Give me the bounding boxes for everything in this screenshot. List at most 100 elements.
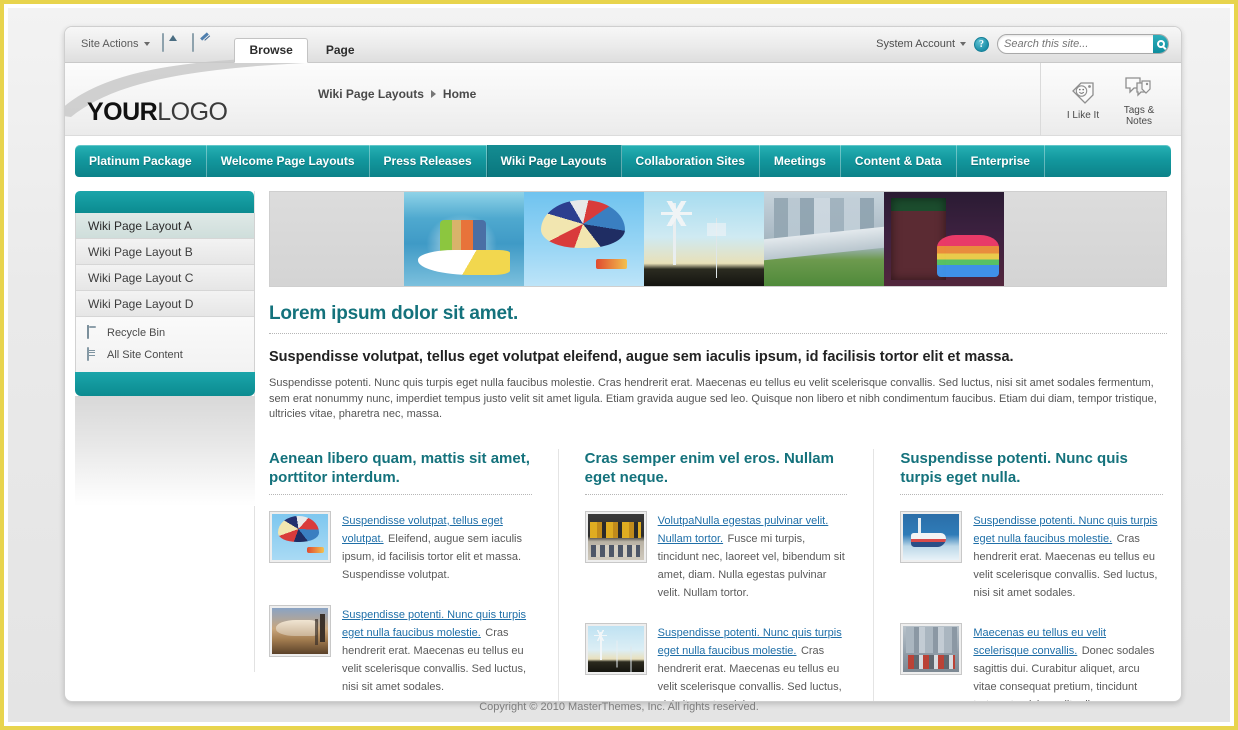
nav-item-collaboration-sites[interactable]: Collaboration Sites (622, 145, 760, 177)
site-shell: Site Actions Browse Page System Account … (64, 26, 1182, 702)
sidebar-item-all-site-content[interactable]: All Site Content (76, 344, 254, 366)
logo-primary-text: YOUR (87, 98, 158, 126)
search-icon (1156, 40, 1165, 48)
boat-thumb[interactable] (900, 510, 963, 563)
help-icon[interactable]: ? (974, 36, 989, 52)
plane-thumb[interactable] (269, 604, 331, 657)
list-item: Maecenas eu tellus eu velit scelerisque … (900, 622, 1163, 702)
sidebar-item-wiki-page-layout-c[interactable]: Wiki Page Layout C (76, 265, 254, 291)
page-footer: Copyright © 2010 MasterThemes, Inc. All … (8, 692, 1230, 722)
section-subheading: Suspendisse volutpat, tellus eget volutp… (269, 349, 1014, 365)
quick-launch-top-cap (75, 191, 254, 213)
banner-right-spacer (1004, 192, 1166, 286)
list-item: Suspendisse potenti. Nunc quis turpis eg… (584, 622, 848, 702)
nav-item-wiki-page-layouts[interactable]: Wiki Page Layouts (486, 145, 622, 177)
recycle-bin-label: Recycle Bin (107, 327, 166, 339)
search-input[interactable] (998, 35, 1153, 53)
nav-item-press-releases[interactable]: Press Releases (370, 145, 487, 177)
list-item-body: Suspendisse potenti. Nunc quis turpis eg… (973, 511, 1163, 601)
nav-filler (1045, 145, 1171, 177)
nav-item-meetings[interactable]: Meetings (760, 145, 841, 177)
intro-paragraph: Suspendisse potenti. Nunc quis turpis eg… (269, 377, 1157, 420)
copyright-text: Copyright © 2010 MasterThemes, Inc. All … (479, 701, 759, 713)
tags-notes-label-line2: Notes (1125, 115, 1153, 127)
breadcrumb-item-page[interactable]: Home (443, 87, 476, 101)
system-account-label: System Account (876, 38, 955, 50)
i-like-it-button[interactable]: I Like It (1055, 78, 1111, 121)
nav-item-platinum-package[interactable]: Platinum Package (75, 145, 207, 177)
content-column-2: Cras semper enim vel eros. Nullam eget n… (557, 448, 874, 702)
city-walkway-photo (764, 192, 884, 286)
tag-smiley-icon (1055, 78, 1111, 106)
ribbon-right-group: System Account ? (876, 27, 1181, 62)
quick-launch-panel: Wiki Page Layout A Wiki Page Layout B Wi… (75, 213, 255, 372)
top-navigation: Platinum Package Welcome Page Layouts Pr… (75, 145, 1171, 177)
logo-secondary-text: LOGO (157, 98, 228, 126)
list-item: VolutpaNulla egestas pulvinar velit. Nul… (584, 510, 848, 601)
column-3-heading: Suspendisse potenti. Nunc quis turpis eg… (900, 449, 1128, 486)
content-column-3: Suspendisse potenti. Nunc quis turpis eg… (873, 448, 1167, 702)
three-column-layout: Aenean libero quam, mattis sit amet, por… (269, 448, 1167, 702)
banner-left-spacer (270, 192, 404, 286)
header-social-group: I Like It Tags & Notes (1040, 63, 1167, 136)
parasail-photo (524, 192, 644, 286)
ribbon-left-group: Site Actions Browse Page (65, 27, 373, 63)
page-title: Lorem ipsum dolor sit amet. (269, 303, 519, 324)
banner-image-strip (269, 191, 1167, 287)
nav-item-welcome-page-layouts[interactable]: Welcome Page Layouts (207, 145, 370, 177)
list-item: Suspendisse potenti. Nunc quis turpis eg… (900, 510, 1163, 601)
site-logo[interactable]: YOURLOGO (87, 98, 228, 126)
list-item-body: VolutpaNulla egestas pulvinar velit. Nul… (658, 511, 848, 601)
tags-notes-label-line1: Tags & (1123, 104, 1155, 116)
jetski-photo (404, 192, 524, 286)
nav-item-content-and-data[interactable]: Content & Data (841, 145, 957, 177)
navigate-up-icon[interactable] (162, 33, 184, 54)
vegas-sign-photo (884, 192, 1004, 286)
windmill-photo (644, 192, 764, 286)
quick-launch-sub-items: Recycle Bin All Site Content (76, 317, 254, 372)
list-item-body: Maecenas eu tellus eu velit scelerisque … (973, 623, 1163, 702)
breadcrumb-separator-icon (430, 90, 436, 98)
site-actions-label: Site Actions (81, 38, 139, 50)
quick-launch-fade (75, 396, 255, 506)
list-item: Suspendisse volutpat, tellus eget volutp… (269, 510, 532, 583)
page-frame: Site Actions Browse Page System Account … (0, 0, 1238, 730)
column-3-divider (900, 493, 1164, 495)
chevron-down-icon (960, 42, 966, 46)
quick-launch-bottom-cap (75, 372, 255, 396)
sidebar-item-wiki-page-layout-d[interactable]: Wiki Page Layout D (76, 291, 254, 317)
search-button[interactable] (1153, 35, 1168, 53)
recycle-bin-icon (86, 324, 100, 341)
sidebar-item-recycle-bin[interactable]: Recycle Bin (76, 322, 254, 344)
column-1-heading: Aenean libero quam, mattis sit amet, por… (269, 449, 530, 486)
windmill-thumb[interactable] (584, 622, 647, 675)
list-item-body: Suspendisse potenti. Nunc quis turpis eg… (342, 605, 532, 695)
column-2-heading: Cras semper enim vel eros. Nullam eget n… (584, 449, 834, 486)
tags-and-notes-button[interactable]: Tags & Notes (1111, 73, 1167, 127)
site-actions-menu[interactable]: Site Actions (77, 34, 154, 54)
parasail-thumb[interactable] (269, 510, 331, 563)
i-like-it-label: I Like It (1066, 110, 1100, 121)
site-header: YOURLOGO Wiki Page Layouts Home I Like I… (65, 57, 1181, 136)
breadcrumb: Wiki Page Layouts Home (318, 87, 476, 101)
crowd-thumb[interactable] (584, 510, 647, 563)
street-thumb[interactable] (900, 622, 963, 675)
chevron-down-icon (144, 42, 151, 46)
column-1-divider (269, 493, 532, 495)
sidebar-item-wiki-page-layout-a[interactable]: Wiki Page Layout A (76, 213, 254, 239)
list-item: Suspendisse potenti. Nunc quis turpis eg… (269, 604, 532, 695)
edit-page-icon[interactable] (192, 33, 214, 54)
breadcrumb-item-site[interactable]: Wiki Page Layouts (318, 87, 424, 101)
main-content: Lorem ipsum dolor sit amet. Suspendisse … (269, 191, 1171, 701)
sidebar-item-wiki-page-layout-b[interactable]: Wiki Page Layout B (76, 239, 254, 265)
documents-icon (86, 346, 100, 363)
nav-item-enterprise[interactable]: Enterprise (957, 145, 1045, 177)
tab-page[interactable]: Page (312, 39, 369, 62)
ribbon-tabs: Browse Page (234, 27, 372, 63)
search-box (997, 34, 1169, 54)
list-item-body: Suspendisse volutpat, tellus eget volutp… (342, 511, 532, 583)
tab-browse[interactable]: Browse (234, 38, 308, 63)
page-body: Wiki Page Layout A Wiki Page Layout B Wi… (65, 177, 1181, 701)
system-account-menu[interactable]: System Account (876, 38, 966, 50)
list-item-body: Suspendisse potenti. Nunc quis turpis eg… (658, 623, 848, 702)
